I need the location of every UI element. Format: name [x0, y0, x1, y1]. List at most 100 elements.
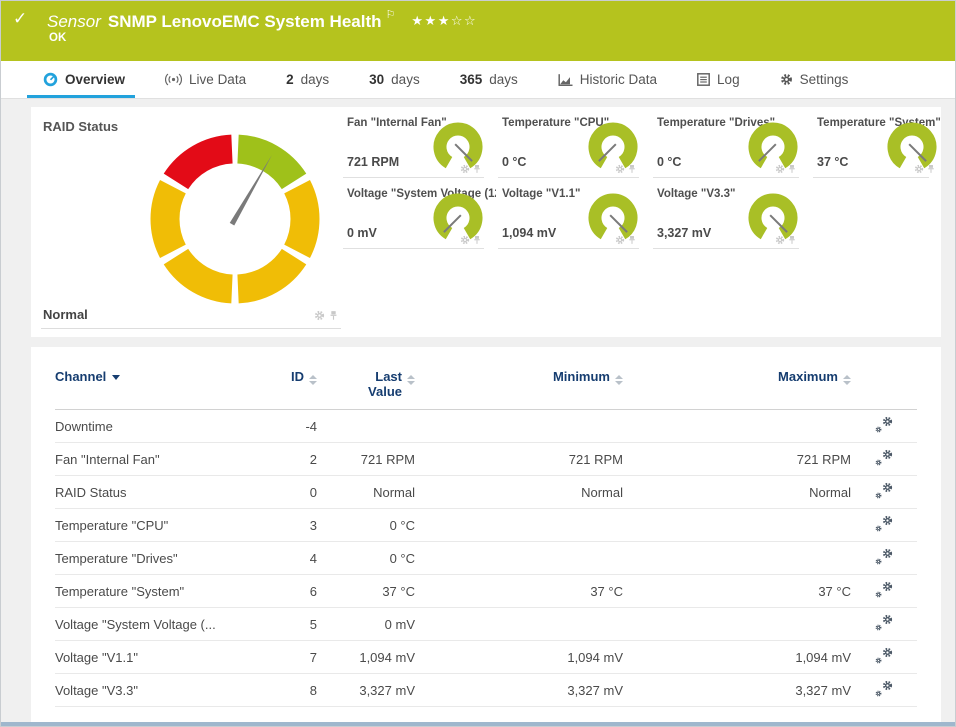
gauges-panel: RAID Status Normal Fan "Internal Fan" 72… — [31, 107, 941, 337]
tab-log-label: Log — [717, 72, 740, 87]
channel-last-value: 1,094 mV — [317, 641, 415, 674]
channel-maximum: 721 RPM — [623, 443, 851, 476]
column-header-last-value[interactable]: Last Value — [317, 361, 415, 410]
object-kind-label: Sensor — [47, 12, 101, 31]
column-header-maximum[interactable]: Maximum — [623, 361, 851, 410]
channel-name[interactable]: Temperature "System" — [55, 575, 255, 608]
tab-settings[interactable]: Settings — [780, 61, 849, 98]
channel-maximum: 1,094 mV — [623, 641, 851, 674]
channel-settings-icon[interactable] — [875, 614, 893, 631]
channel-settings-icon[interactable] — [875, 449, 893, 466]
gauge-settings-gear-icon[interactable] — [775, 164, 785, 174]
table-row[interactable]: RAID Status 0 Normal Normal Normal — [55, 476, 917, 509]
tab-overview[interactable]: Overview — [43, 61, 125, 98]
channel-id: 6 — [255, 575, 317, 608]
priority-stars[interactable]: ★★★☆☆ — [411, 13, 477, 28]
tab-log[interactable]: Log — [697, 61, 740, 98]
sensor-title: SNMP LenovoEMC System Health — [108, 12, 382, 31]
channel-settings-icon[interactable] — [875, 581, 893, 598]
channel-id: 3 — [255, 509, 317, 542]
stars-empty[interactable]: ☆☆ — [451, 13, 477, 28]
gauge-cell-temp-drives: Temperature "Drives" 0 °C — [651, 107, 811, 178]
channel-id: -4 — [255, 410, 317, 443]
table-row[interactable]: Temperature "CPU" 3 0 °C — [55, 509, 917, 542]
channel-last-value: 0 mV — [317, 608, 415, 641]
gauge-pin-icon[interactable] — [627, 164, 637, 174]
channel-minimum: 3,327 mV — [415, 674, 623, 707]
channel-maximum: 3,327 mV — [623, 674, 851, 707]
channel-name[interactable]: Temperature "CPU" — [55, 509, 255, 542]
gauge-settings-gear-icon[interactable] — [615, 164, 625, 174]
tab-30-days-number: 30 — [369, 72, 384, 87]
channel-last-value: 3,327 mV — [317, 674, 415, 707]
channel-id: 4 — [255, 542, 317, 575]
channel-name[interactable]: Voltage "V3.3" — [55, 674, 255, 707]
channel-last-value: 37 °C — [317, 575, 415, 608]
table-row[interactable]: Temperature "Drives" 4 0 °C — [55, 542, 917, 575]
tab-2-days[interactable]: 2 days — [286, 61, 329, 98]
channel-settings-icon[interactable] — [875, 515, 893, 532]
channels-table-panel: Channel ID Last Value Minimum Maximum Do… — [31, 347, 941, 722]
column-header-minimum[interactable]: Minimum — [415, 361, 623, 410]
channel-name[interactable]: Fan "Internal Fan" — [55, 443, 255, 476]
channel-last-value — [317, 410, 415, 443]
gauge-pin-icon[interactable] — [926, 164, 936, 174]
tab-live-data[interactable]: Live Data — [165, 61, 246, 98]
channel-minimum: Normal — [415, 476, 623, 509]
tab-2-days-number: 2 — [286, 72, 294, 87]
channel-name[interactable]: Downtime — [55, 410, 255, 443]
tab-30-days[interactable]: 30 days — [369, 61, 420, 98]
channel-minimum: 721 RPM — [415, 443, 623, 476]
status-check-icon: ✓ — [13, 9, 27, 29]
log-icon — [697, 73, 710, 86]
gauge-pin-icon[interactable] — [472, 164, 482, 174]
gauge-pin-icon[interactable] — [472, 235, 482, 245]
column-header-channel[interactable]: Channel — [55, 361, 255, 410]
gauge-settings-gear-icon[interactable] — [775, 235, 785, 245]
tab-historic-data[interactable]: Historic Data — [558, 61, 657, 98]
channel-id: 7 — [255, 641, 317, 674]
gauge-value: 3,327 mV — [657, 226, 711, 240]
gauge-settings-gear-icon[interactable] — [314, 310, 325, 321]
channel-settings-icon[interactable] — [875, 416, 893, 433]
gauge-pin-icon[interactable] — [627, 235, 637, 245]
gauge-pin-icon[interactable] — [787, 235, 797, 245]
channel-minimum — [415, 542, 623, 575]
channel-name[interactable]: Voltage "System Voltage (... — [55, 608, 255, 641]
prtg-sensor-page: ✓ Sensor SNMP LenovoEMC System Health ⚐ ★★★… — [0, 0, 956, 727]
table-row[interactable]: Fan "Internal Fan" 2 721 RPM 721 RPM 721… — [55, 443, 917, 476]
table-row[interactable]: Temperature "System" 6 37 °C 37 °C 37 °C — [55, 575, 917, 608]
channel-settings-icon[interactable] — [875, 548, 893, 565]
channel-settings-icon[interactable] — [875, 680, 893, 697]
channel-maximum: Normal — [623, 476, 851, 509]
gauge-settings-gear-icon[interactable] — [460, 164, 470, 174]
gauge-settings-gear-icon[interactable] — [460, 235, 470, 245]
channel-name[interactable]: Temperature "Drives" — [55, 542, 255, 575]
channel-settings-icon[interactable] — [875, 647, 893, 664]
gauge-cell-voltage-v33: Voltage "V3.3" 3,327 mV — [651, 178, 811, 249]
tab-historic-data-label: Historic Data — [580, 72, 657, 87]
tab-30-days-word: days — [391, 72, 420, 87]
channel-id: 0 — [255, 476, 317, 509]
table-row[interactable]: Voltage "V3.3" 8 3,327 mV 3,327 mV 3,327… — [55, 674, 917, 707]
gauge-pin-icon[interactable] — [328, 310, 339, 321]
gauge-icon — [43, 72, 58, 87]
table-row[interactable]: Voltage "System Voltage (... 5 0 mV — [55, 608, 917, 641]
table-row[interactable]: Downtime -4 — [55, 410, 917, 443]
stars-filled[interactable]: ★★★ — [411, 13, 450, 28]
channel-settings-icon[interactable] — [875, 482, 893, 499]
tab-365-days[interactable]: 365 days — [460, 61, 518, 98]
column-header-id[interactable]: ID — [255, 361, 317, 410]
table-row[interactable]: Voltage "V1.1" 7 1,094 mV 1,094 mV 1,094… — [55, 641, 917, 674]
channel-name[interactable]: RAID Status — [55, 476, 255, 509]
channel-id: 8 — [255, 674, 317, 707]
flag-icon[interactable]: ⚐ — [386, 9, 396, 21]
gauge-settings-gear-icon[interactable] — [615, 235, 625, 245]
tab-365-days-word: days — [489, 72, 518, 87]
channel-name[interactable]: Voltage "V1.1" — [55, 641, 255, 674]
gauge-pin-icon[interactable] — [787, 164, 797, 174]
gauge-settings-gear-icon[interactable] — [914, 164, 924, 174]
window-bottom-edge — [1, 722, 955, 726]
tab-365-days-number: 365 — [460, 72, 483, 87]
settings-gear-icon — [780, 73, 793, 86]
